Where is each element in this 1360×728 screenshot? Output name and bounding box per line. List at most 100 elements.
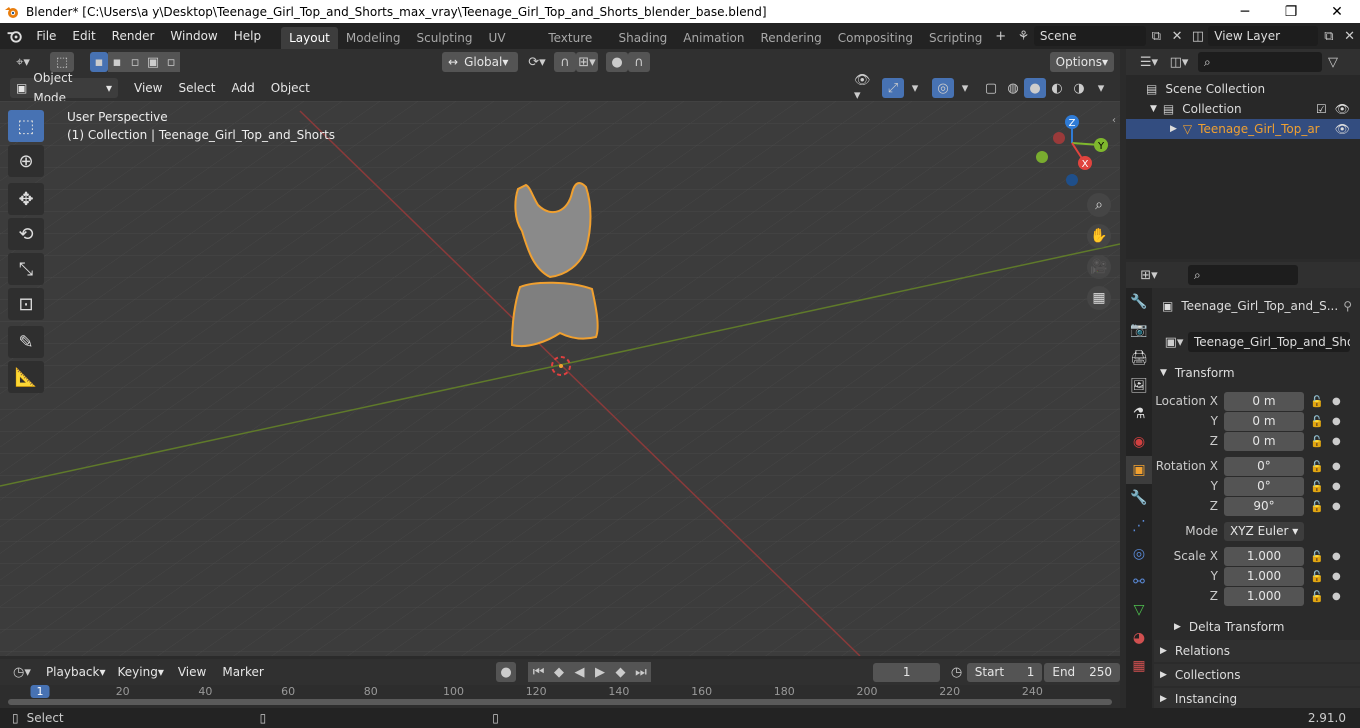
add-workspace-icon[interactable]: + bbox=[990, 26, 1011, 46]
mesh-browse-icon[interactable]: ▣▾ bbox=[1160, 332, 1188, 352]
viewport-menu-view[interactable]: View bbox=[126, 75, 170, 101]
tab-texture-paint[interactable]: Texture Paint bbox=[540, 27, 610, 67]
xray-icon[interactable]: ▢ bbox=[980, 78, 1002, 98]
next-keyframe-icon[interactable]: ◆ bbox=[610, 662, 631, 682]
snap-icon[interactable]: ∩ bbox=[554, 52, 576, 72]
lock-icon[interactable]: 🔓 bbox=[1310, 550, 1326, 563]
outliner-row-scene-collection[interactable]: ▤ Scene Collection bbox=[1126, 79, 1360, 99]
keyframe-dot-icon[interactable]: ● bbox=[1332, 396, 1342, 407]
move-tool-icon[interactable]: ✥ bbox=[8, 183, 44, 215]
prev-keyframe-icon[interactable]: ◆ bbox=[548, 662, 570, 682]
pin-icon[interactable]: ⚲ bbox=[1343, 299, 1352, 313]
keyframe-dot-icon[interactable]: ● bbox=[1332, 481, 1342, 492]
outliner-row-collection[interactable]: ▼ ▤ Collection ☑ 👁 bbox=[1126, 99, 1360, 119]
keyframe-dot-icon[interactable]: ● bbox=[1332, 501, 1342, 512]
data-tab-icon[interactable]: ▽ bbox=[1126, 596, 1152, 624]
camera-view-icon[interactable]: 🎥 bbox=[1087, 255, 1111, 279]
object-tab-icon[interactable]: ▣ bbox=[1126, 456, 1152, 484]
menu-render[interactable]: Render bbox=[104, 23, 163, 49]
current-frame-field[interactable]: 1 bbox=[873, 662, 941, 682]
keyframe-dot-icon[interactable]: ● bbox=[1332, 551, 1342, 562]
timeline-ruler[interactable]: 1 20 40 60 80 100 120 140 160 180 200 220 240 bbox=[0, 685, 1120, 708]
output-tab-icon[interactable]: 🖨 bbox=[1126, 344, 1152, 372]
filter-icon[interactable]: ▽ bbox=[1322, 52, 1344, 72]
lock-icon[interactable]: 🔓 bbox=[1310, 415, 1326, 428]
measure-tool-icon[interactable]: 📐 bbox=[8, 361, 44, 393]
preview-range-icon[interactable]: ◷ bbox=[946, 662, 966, 682]
select-intersect-icon[interactable]: ▫ bbox=[162, 52, 180, 72]
playback-dropdown[interactable]: Playback ▾ bbox=[40, 662, 112, 682]
transform-orientation-dropdown[interactable]: ↔ Global ▾ bbox=[442, 52, 518, 72]
solid-shading-icon[interactable]: ● bbox=[1024, 78, 1046, 98]
rotation-y-field[interactable]: 0° bbox=[1224, 476, 1304, 496]
timeline-menu-marker[interactable]: Marker bbox=[214, 659, 271, 685]
maximize-button[interactable]: ❐ bbox=[1268, 0, 1314, 23]
viewport-menu-select[interactable]: Select bbox=[170, 75, 223, 101]
shorts-mesh[interactable] bbox=[510, 281, 599, 347]
expand-collection-icon[interactable]: ▼ bbox=[1150, 104, 1157, 114]
pivot-point-icon[interactable]: ⟳▾ bbox=[526, 52, 548, 72]
jump-start-icon[interactable]: ⏮ bbox=[528, 662, 549, 682]
location-z-field[interactable]: 0 m bbox=[1224, 431, 1304, 451]
properties-editor-icon[interactable]: ⊞▾ bbox=[1134, 265, 1164, 285]
tool-tab-icon[interactable]: 🔧 bbox=[1126, 288, 1152, 316]
tab-layout[interactable]: Layout bbox=[281, 27, 338, 49]
display-mode-icon[interactable]: ◫▾ bbox=[1164, 52, 1194, 72]
menu-file[interactable]: File bbox=[28, 23, 64, 49]
remove-scene-icon[interactable]: ✕ bbox=[1167, 26, 1188, 46]
view-layer-field[interactable]: View Layer bbox=[1208, 26, 1319, 46]
outliner-row-object[interactable]: ▶ ▽ Teenage_Girl_Top_ar 👁 bbox=[1126, 119, 1360, 139]
delta-transform-header[interactable]: ▶ Delta Transform bbox=[1154, 616, 1360, 638]
mode-dropdown[interactable]: ▣ Object Mode ▾ bbox=[10, 71, 118, 105]
play-reverse-icon[interactable]: ◀ bbox=[569, 662, 590, 682]
tab-animation[interactable]: Animation bbox=[675, 27, 752, 49]
jump-end-icon[interactable]: ⏭ bbox=[630, 662, 652, 682]
ortho-grid-icon[interactable]: ▦ bbox=[1087, 286, 1111, 310]
rotation-mode-dropdown[interactable]: XYZ Euler ▾ bbox=[1224, 521, 1304, 541]
3d-viewport[interactable]: Z Y X User Perspective (1) Collection | … bbox=[0, 101, 1120, 656]
rendered-shading-icon[interactable]: ◑ bbox=[1068, 78, 1090, 98]
location-x-field[interactable]: 0 m bbox=[1224, 391, 1304, 411]
lock-icon[interactable]: 🔓 bbox=[1310, 590, 1326, 603]
new-scene-icon[interactable]: ⧉ bbox=[1146, 26, 1167, 46]
scale-y-field[interactable]: 1.000 bbox=[1224, 566, 1304, 586]
lock-icon[interactable]: 🔓 bbox=[1310, 480, 1326, 493]
physics-tab-icon[interactable]: ◎ bbox=[1126, 540, 1152, 568]
location-y-field[interactable]: 0 m bbox=[1224, 411, 1304, 431]
start-frame-field[interactable]: Start 1 bbox=[966, 662, 1043, 682]
object-name-field[interactable]: Teenage_Girl_Top_and_S... bbox=[1181, 299, 1343, 313]
outliner-search-input[interactable]: ⌕ bbox=[1198, 52, 1322, 72]
properties-search-input[interactable]: ⌕ bbox=[1188, 265, 1298, 285]
view-layer-tab-icon[interactable]: 🖼 bbox=[1126, 372, 1152, 400]
minimize-button[interactable]: ─ bbox=[1222, 0, 1268, 23]
material-shading-icon[interactable]: ◐ bbox=[1046, 78, 1068, 98]
pan-hand-icon[interactable]: ✋ bbox=[1087, 224, 1111, 248]
gizmo-icon[interactable]: ⤢ bbox=[882, 78, 904, 98]
lock-icon[interactable]: 🔓 bbox=[1310, 500, 1326, 513]
viewport-menu-add[interactable]: Add bbox=[224, 75, 263, 101]
rotation-z-field[interactable]: 90° bbox=[1224, 496, 1304, 516]
timeline-scrollbar[interactable] bbox=[8, 699, 1112, 705]
visibility-icon[interactable]: 👁▾ bbox=[854, 73, 876, 103]
instancing-panel-header[interactable]: ▶ Instancing bbox=[1154, 688, 1360, 710]
menu-help[interactable]: Help bbox=[226, 23, 269, 49]
timeline-editor-icon[interactable]: ◷▾ bbox=[8, 662, 36, 682]
collection-visibility-icon[interactable]: 👁 bbox=[1335, 102, 1350, 116]
mesh-name-field[interactable]: Teenage_Girl_Top_and_Shorts bbox=[1188, 332, 1350, 352]
object-visibility-icon[interactable]: 👁 bbox=[1335, 122, 1350, 136]
tab-rendering[interactable]: Rendering bbox=[752, 27, 829, 49]
lock-icon[interactable]: 🔓 bbox=[1310, 435, 1326, 448]
tab-sculpting[interactable]: Sculpting bbox=[408, 27, 480, 49]
render-tab-icon[interactable]: 📷 bbox=[1126, 316, 1152, 344]
select-box-tool-icon[interactable]: ⬚ bbox=[8, 110, 44, 142]
snap-target-icon[interactable]: ⊞▾ bbox=[576, 52, 598, 72]
sidebar-toggle-icon[interactable]: ‹ bbox=[1112, 115, 1116, 126]
transform-panel-header[interactable]: ▼ Transform bbox=[1154, 362, 1360, 384]
rotation-x-field[interactable]: 0° bbox=[1224, 456, 1304, 476]
scene-field[interactable]: Scene bbox=[1033, 26, 1146, 46]
particles-tab-icon[interactable]: ⋰ bbox=[1126, 512, 1152, 540]
scene-tab-icon[interactable]: ⚗ bbox=[1126, 400, 1152, 428]
blender-menu-icon[interactable] bbox=[0, 26, 28, 46]
tab-modeling[interactable]: Modeling bbox=[338, 27, 409, 49]
scale-tool-icon[interactable]: ⤡ bbox=[8, 253, 44, 285]
